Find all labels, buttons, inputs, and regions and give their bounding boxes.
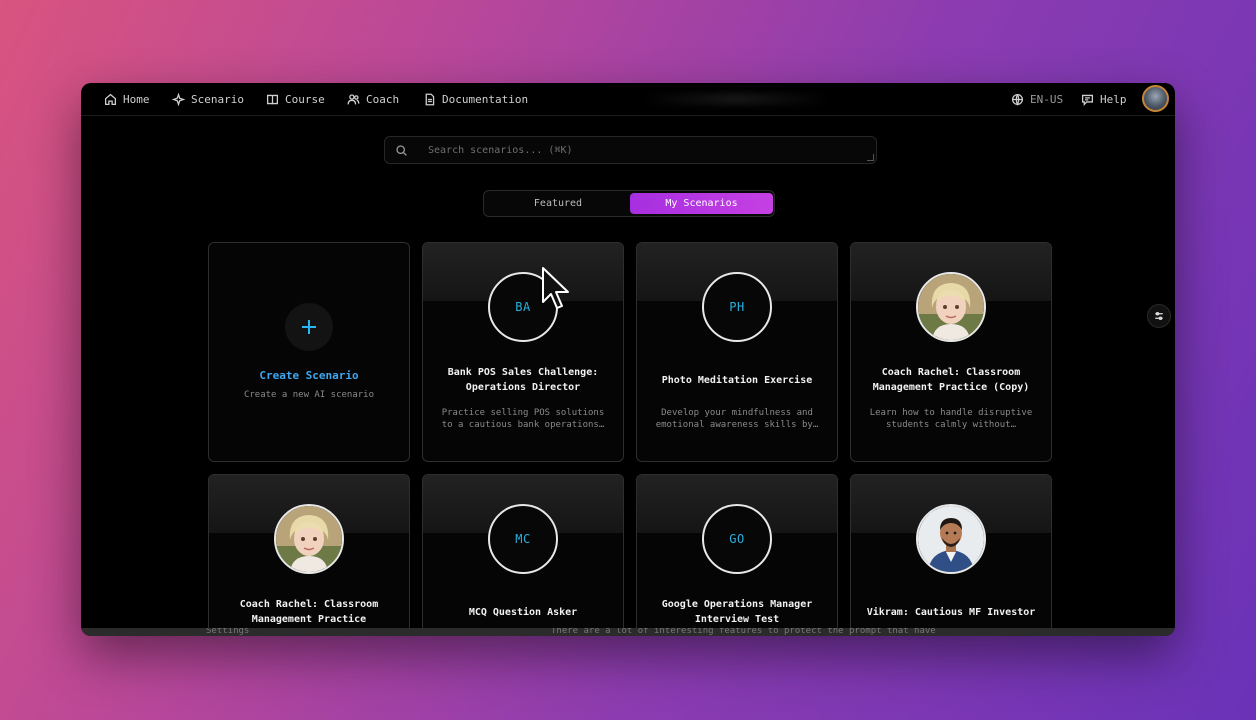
woman-avatar-icon <box>276 506 342 572</box>
chat-icon <box>1081 94 1094 106</box>
scenario-card[interactable]: Coach Rachel: Classroom Management Pract… <box>208 474 410 636</box>
scenario-title: Coach Rachel: Classroom Management Pract… <box>239 599 379 625</box>
nav-scenario-label: Scenario <box>191 92 244 106</box>
create-scenario-subtitle: Create a new AI scenario <box>243 390 375 400</box>
man-avatar-icon <box>918 506 984 572</box>
nav-scenario[interactable]: Scenario <box>172 83 244 115</box>
man-avatar <box>916 504 986 574</box>
user-avatar[interactable] <box>1142 85 1169 112</box>
language-selector[interactable]: EN-US <box>1011 83 1063 115</box>
scenario-card[interactable]: BA Bank POS Sales Challenge: Operations … <box>422 242 624 462</box>
status-message: There are a lot of interesting features … <box>551 628 936 636</box>
tab-featured[interactable]: Featured <box>486 193 630 214</box>
document-icon <box>425 93 435 105</box>
nav-help-label: Help <box>1100 92 1127 106</box>
bottom-status-bar: Settings There are a lot of interesting … <box>81 628 1175 636</box>
nav-help[interactable]: Help <box>1081 83 1127 115</box>
blurred-region <box>641 93 831 105</box>
language-label: EN-US <box>1030 92 1064 106</box>
scenario-card[interactable]: GO Google Operations Manager Interview T… <box>636 474 838 636</box>
woman-avatar-icon <box>918 274 984 340</box>
scenario-title: Bank POS Sales Challenge: Operations Dir… <box>447 367 599 393</box>
scenario-card[interactable]: PH Photo Meditation Exercise Develop you… <box>636 242 838 462</box>
create-scenario-title: Create Scenario <box>259 369 359 382</box>
nav-documentation-label: Documentation <box>442 92 529 106</box>
nav-course-label: Course <box>285 92 325 106</box>
create-scenario-card[interactable]: Create Scenario Create a new AI scenario <box>208 242 410 462</box>
sparkle-icon <box>172 92 185 106</box>
scenario-card[interactable]: MC MCQ Question Asker <box>422 474 624 636</box>
nav-home[interactable]: Home <box>104 83 150 115</box>
scenario-initials: PH <box>702 272 772 342</box>
scenario-title: Google Operations Manager Interview Test <box>661 599 813 625</box>
app-window: Home Scenario Course Coach Documentation… <box>81 83 1175 636</box>
home-icon <box>104 93 117 105</box>
woman-avatar <box>274 504 344 574</box>
users-icon <box>347 93 360 104</box>
nav-documentation[interactable]: Documentation <box>423 83 528 115</box>
scenario-initials: MC <box>488 504 558 574</box>
scenario-tabs: Featured My Scenarios <box>483 190 775 217</box>
search-input[interactable] <box>426 143 830 157</box>
scenario-title: Coach Rachel: Classroom Management Pract… <box>872 367 1030 393</box>
scenario-title: MCQ Question Asker <box>468 607 578 618</box>
nav-home-label: Home <box>123 92 150 106</box>
nav-coach[interactable]: Coach <box>347 83 399 115</box>
sidebar-toggle-button[interactable] <box>1147 304 1171 328</box>
add-scenario-button[interactable] <box>285 303 333 351</box>
scenario-initials: GO <box>702 504 772 574</box>
plus-icon <box>302 320 316 334</box>
scenario-description: Practice selling POS solutions to a caut… <box>441 408 605 430</box>
nav-coach-label: Coach <box>366 92 400 106</box>
scenario-title: Vikram: Cautious MF Investor <box>866 607 1036 618</box>
scenario-card[interactable]: Coach Rachel: Classroom Management Pract… <box>850 242 1052 462</box>
book-icon <box>266 94 279 104</box>
search-bar <box>384 136 877 164</box>
mouse-cursor-icon <box>542 267 569 309</box>
scenario-description: Develop your mindfulness and emotional a… <box>655 408 819 430</box>
sliders-icon <box>1155 311 1163 321</box>
scenario-card[interactable]: Vikram: Cautious MF Investor <box>850 474 1052 636</box>
nav-course[interactable]: Course <box>266 83 325 115</box>
resize-handle <box>867 154 874 161</box>
woman-avatar <box>916 272 986 342</box>
scenario-description: Learn how to handle disruptive students … <box>869 408 1033 430</box>
top-nav: Home Scenario Course Coach Documentation… <box>81 83 1175 116</box>
search-icon <box>396 144 407 156</box>
scenario-title: Photo Meditation Exercise <box>661 375 813 386</box>
globe-icon <box>1011 93 1024 106</box>
tab-my-scenarios[interactable]: My Scenarios <box>630 193 773 214</box>
settings-link[interactable]: Settings <box>206 628 249 636</box>
